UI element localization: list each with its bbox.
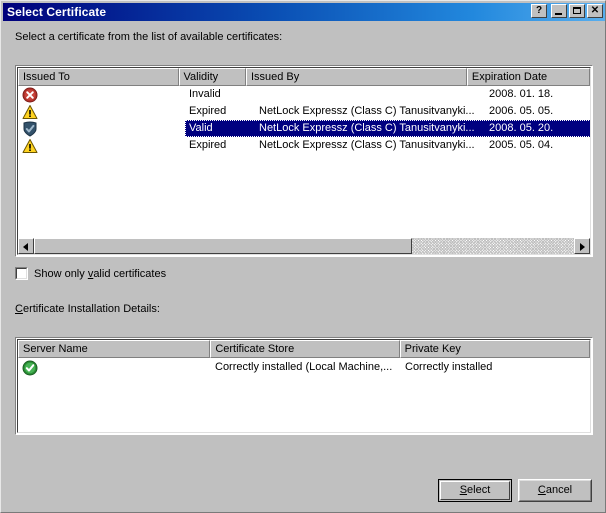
table-row[interactable]: Correctly installed (Local Machine,... C… [18,358,590,377]
cancel-button-label: Cancel [538,484,572,496]
titlebar-buttons: ? ✕ [531,4,603,18]
cell-certificate-store: Correctly installed (Local Machine,... [215,361,393,373]
table-row[interactable]: Invalid 2008. 01. 18. [18,86,590,103]
minimize-button[interactable] [551,4,567,18]
titlebar[interactable]: Select Certificate ? ✕ [3,3,605,21]
cell-issued-by: NetLock Expressz (Class C) Tanusitvanyki… [259,105,475,117]
maximize-button[interactable] [569,4,585,18]
details-label-accesskey: C [15,303,23,315]
table-row[interactable]: Expired NetLock Expressz (Class C) Tanus… [18,137,590,154]
certificate-list[interactable]: Issued To Validity Issued By Expiration … [15,65,593,257]
column-header-issued-to[interactable]: Issued To [18,68,179,86]
cell-private-key: Correctly installed [405,361,493,373]
column-header-validity[interactable]: Validity [178,68,246,86]
cancel-accesskey: C [537,484,546,496]
column-header-expiration-date[interactable]: Expiration Date [466,68,590,86]
installation-details-inner: Server Name Certificate Store Private Ke… [17,339,591,433]
row-icon-cell [20,358,40,377]
close-button[interactable]: ✕ [587,4,603,18]
cell-validity: Valid [189,122,213,134]
cell-expiration-date: 2008. 01. 18. [489,88,554,100]
table-row-selected[interactable]: Valid NetLock Expressz (Class C) Tanusit… [18,120,590,137]
row-icon-cell [20,120,40,137]
warning-icon [22,105,38,119]
certificate-list-header: Issued To Validity Issued By Expiration … [18,68,590,86]
details-list-header: Server Name Certificate Store Private Ke… [18,340,590,358]
row-icon-cell [20,86,40,103]
cancel-button[interactable]: Cancel [518,479,592,502]
select-button-label: Select [460,484,491,496]
checkbox-label-after: alid certificates [93,267,167,280]
row-icon-cell [20,137,40,154]
help-button[interactable]: ? [531,4,547,18]
cell-issued-by: NetLock Expressz (Class C) Tanusitvanyki… [259,122,475,134]
cell-expiration-date: 2005. 05. 04. [489,139,554,151]
cell-issued-by: NetLock Expressz (Class C) Tanusitvanyki… [259,139,475,151]
checkbox-label: Show only valid certificates [34,268,166,280]
select-label-rest: elect [467,484,491,496]
show-only-valid-checkbox[interactable]: Show only valid certificates [15,267,166,280]
details-section-label: Certificate Installation Details: [15,303,160,315]
prompt-text: Select a certificate from the list of av… [15,31,283,43]
error-icon [22,87,38,103]
column-header-certificate-store[interactable]: Certificate Store [210,340,400,358]
cell-validity: Invalid [189,88,221,100]
column-header-issued-by[interactable]: Issued By [245,68,467,86]
certificate-list-rows: Invalid 2008. 01. 18. Expired NetLock Ex… [18,86,590,154]
select-accesskey: S [459,484,468,496]
cell-validity: Expired [189,139,227,151]
cell-expiration-date: 2006. 05. 05. [489,105,554,117]
select-certificate-dialog: Select Certificate ? ✕ Select a certific… [0,0,606,513]
certificate-list-inner: Issued To Validity Issued By Expiration … [17,67,591,255]
window-title: Select Certificate [7,5,107,19]
cell-expiration-date: 2008. 05. 20. [489,122,554,134]
cell-issued-by [255,86,485,103]
row-icon-cell [20,103,40,120]
select-button[interactable]: Select [438,479,512,502]
checkbox-label-before: Show only [34,267,88,280]
warning-icon [22,139,38,153]
cancel-label-rest: ancel [545,484,573,496]
checkbox-box[interactable] [15,267,28,280]
cell-validity: Expired [189,105,227,117]
minimize-icon [555,13,562,15]
scrollbar-track[interactable] [34,238,574,254]
details-label-text: ertificate Installation Details: [22,303,160,315]
installation-details-list[interactable]: Server Name Certificate Store Private Ke… [15,337,593,435]
horizontal-scrollbar[interactable] [18,238,590,254]
table-row[interactable]: Expired NetLock Expressz (Class C) Tanus… [18,103,590,120]
column-header-private-key[interactable]: Private Key [399,340,590,358]
column-header-server-name[interactable]: Server Name [18,340,211,358]
scrollbar-thumb[interactable] [34,238,412,254]
success-icon [22,360,38,376]
close-icon: ✕ [590,5,600,16]
scroll-right-button[interactable] [574,238,590,254]
details-list-rows: Correctly installed (Local Machine,... C… [18,358,590,377]
valid-shield-icon [23,121,37,137]
maximize-icon [573,7,581,14]
question-mark-icon: ? [535,5,543,16]
scroll-left-button[interactable] [18,238,34,254]
